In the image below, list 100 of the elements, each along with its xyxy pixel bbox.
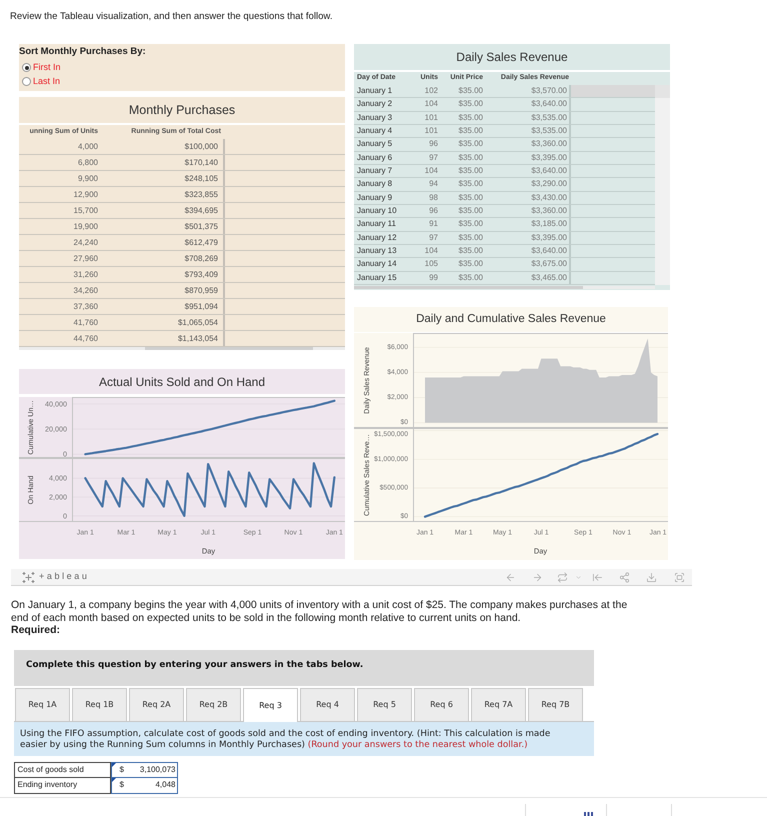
table-cell-text: January 3 <box>356 112 394 124</box>
tab[interactable]: Req 2A <box>129 688 184 722</box>
table-cell: $3,430.00 <box>485 192 571 204</box>
hint-text: Using the FIFO assumption, calculate cost of goods sold and the cost of ending inventory. (Hint: This calculation is made easier by using the Running Sum columns in Monthly Purchases) (Round your answers to the nearest whole dollar.) <box>20 729 552 752</box>
table-cell-text: 91 <box>428 218 439 230</box>
chart-title: Actual Units Sold and On Hand <box>98 374 266 390</box>
table-cell-text: 98 <box>428 192 439 204</box>
table-cell-text: $35.00 <box>458 245 484 258</box>
table-cell-text: January 2 <box>356 98 394 110</box>
table-cell-text: 104 <box>424 165 439 178</box>
table-cell-text: January 11 <box>356 218 397 230</box>
sort-title: Sort Monthly Purchases By: <box>19 46 146 58</box>
table-cell: $394,695 <box>98 203 225 218</box>
table-cell-text: January 10 <box>356 205 398 218</box>
table-cell: $501,375 <box>98 219 225 234</box>
repeat-icon[interactable] <box>556 572 568 583</box>
fullscreen-icon[interactable] <box>674 572 684 583</box>
table-cell-text: $35.00 <box>458 205 484 218</box>
table-cell-text: $35.00 <box>458 125 484 138</box>
answer-field[interactable]: $ 3,100,073 <box>110 762 178 778</box>
logo-text: +ableau <box>39 570 90 584</box>
field-label: Cost of goods sold <box>14 762 110 778</box>
table-cell-text: 15,700 <box>72 204 98 216</box>
table-title: Daily Sales Revenue <box>456 49 568 66</box>
table-cell-text: January 4 <box>356 125 394 138</box>
arrow-to-line-icon[interactable] <box>592 572 602 583</box>
radio-button[interactable] <box>22 77 31 86</box>
answer-field[interactable]: $ 4,048 <box>110 778 178 794</box>
table-cell: $3,360.00 <box>485 204 571 218</box>
corner-triangle-icon <box>112 762 116 767</box>
table-cell-text: January 1 <box>356 85 394 98</box>
tab[interactable]: Req 1B <box>72 688 127 722</box>
table-cell-text: $35.00 <box>458 258 484 270</box>
table-cell: $951,094 <box>98 299 225 314</box>
caret-icon[interactable] <box>574 574 582 581</box>
arrow-right-icon[interactable] <box>532 572 542 583</box>
table-cell-text: 44,760 <box>72 332 98 344</box>
tab[interactable]: Req 3 <box>243 688 298 722</box>
table-cell-text: 104 <box>424 245 439 258</box>
table-cell: $1,065,054 <box>98 315 225 330</box>
tab[interactable]: Req 4 <box>300 688 355 722</box>
table-cell-text: January 14 <box>356 258 398 270</box>
required-label: Required: <box>11 624 60 636</box>
download-icon[interactable] <box>646 572 656 583</box>
table-cell-text: January 12 <box>356 232 398 244</box>
table-cell: $100,000 <box>98 139 225 154</box>
table-cell: $3,535.00 <box>485 124 571 138</box>
table-cell-text: January 7 <box>356 165 394 178</box>
scrollbar[interactable] <box>19 347 345 350</box>
table-cell: $3,640.00 <box>485 98 571 111</box>
table-cell-text: $35.00 <box>458 112 484 124</box>
problem-text: On January 1, a company begins the year with 4,000 units of inventory with a unit cost of $25. The company makes purchases at the end of each month based on expected units to be sold in the following month relative to current units on hand. <box>11 599 628 624</box>
table-cell-text: 12,900 <box>72 188 98 200</box>
table-cell: $793,409 <box>98 267 225 282</box>
scrollbar[interactable] <box>354 286 655 289</box>
table-cell-text: 102 <box>424 85 439 98</box>
tab[interactable]: Req 1A <box>15 688 70 722</box>
table-cell-text: $35.00 <box>458 218 484 230</box>
table-cell-text: 4,000 <box>76 140 98 152</box>
arrow-left-icon[interactable] <box>504 572 516 583</box>
table-cell: $870,959 <box>98 283 225 298</box>
bars-icon[interactable] <box>584 810 592 816</box>
table-cell-text: $35.00 <box>458 152 484 164</box>
corner-triangle-icon <box>112 778 116 782</box>
table-cell-text: January 5 <box>356 138 394 150</box>
radio-label[interactable]: First In <box>33 60 61 74</box>
table-cell: $3,535.00 <box>485 112 571 124</box>
table-cell-text: 37,360 <box>72 300 98 312</box>
radio-label[interactable]: Last In <box>33 74 60 88</box>
field-label: Ending inventory <box>14 778 110 794</box>
table-cell-text: 96 <box>428 205 439 218</box>
scrollbar[interactable] <box>655 85 670 285</box>
tab[interactable]: Req 7A <box>471 688 526 722</box>
table-cell-text: $35.00 <box>458 98 484 110</box>
table-cell-text: January 9 <box>356 192 394 204</box>
table-cell-text: 34,260 <box>72 284 98 296</box>
table-cell: $3,465.00 <box>485 272 571 284</box>
share-icon[interactable] <box>618 572 630 583</box>
logo-icon <box>22 572 35 583</box>
table-cell-text: $35.00 <box>458 138 484 150</box>
tab[interactable]: Req 5 <box>357 688 412 722</box>
table-cell-text: 94 <box>428 178 439 190</box>
table-cell-text: January 8 <box>356 178 394 190</box>
table-cell-text: 99 <box>428 272 439 284</box>
tab[interactable]: Req 6 <box>414 688 469 722</box>
tab[interactable]: Req 2B <box>186 688 241 722</box>
table-cell-text: 101 <box>424 112 439 124</box>
table-cell-text: 105 <box>424 258 439 270</box>
table-title: Monthly Purchases <box>128 102 236 119</box>
table-cell-text: 96 <box>428 138 439 150</box>
table-cell: $3,290.00 <box>485 178 571 191</box>
table-cell-text: January 6 <box>356 152 394 164</box>
tab[interactable]: Req 7B <box>528 688 583 722</box>
instructions-text: Review the Tableau visualization, and then answer the questions that follow. <box>10 11 332 23</box>
radio-button[interactable] <box>22 63 31 72</box>
table-cell-text: January 13 <box>356 245 398 258</box>
table-cell-text: $35.00 <box>458 85 484 98</box>
table-cell-text: 19,900 <box>72 220 98 232</box>
table-cell: $170,140 <box>98 155 225 170</box>
table-cell-text: January 15 <box>356 272 398 284</box>
